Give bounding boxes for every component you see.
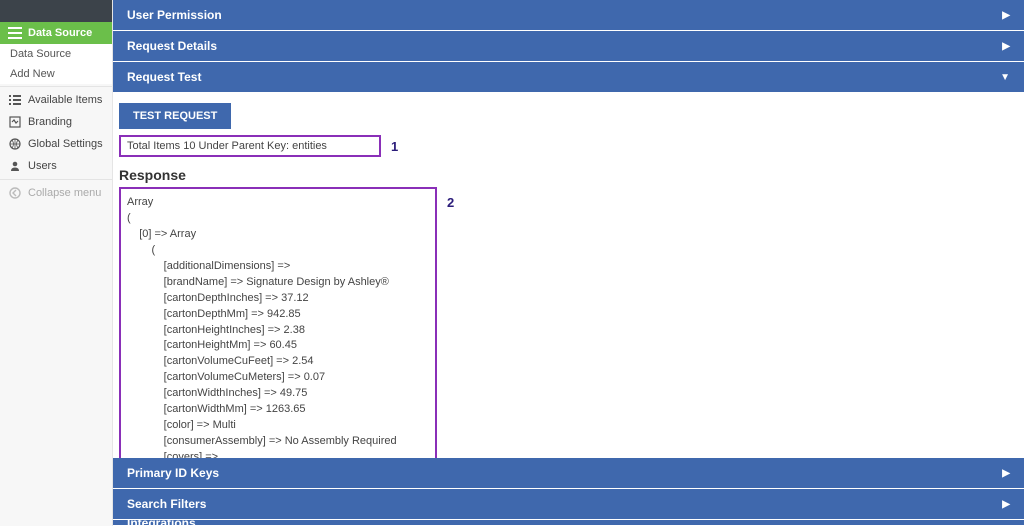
bars-icon bbox=[8, 27, 22, 39]
sidebar-item-dashboard[interactable] bbox=[0, 0, 112, 22]
accordion-label: Request Details bbox=[127, 39, 217, 53]
chevron-right-icon: ▶ bbox=[1002, 499, 1010, 510]
collapse-icon bbox=[8, 187, 22, 199]
annotation-1: 1 bbox=[391, 139, 398, 154]
accordion-request-details[interactable]: Request Details ▶ bbox=[113, 31, 1024, 62]
sidebar-item-label: Global Settings bbox=[28, 138, 103, 150]
sidebar-sub-data-source[interactable]: Data Source bbox=[0, 44, 112, 64]
chevron-right-icon: ▶ bbox=[1002, 41, 1010, 52]
list-icon bbox=[8, 95, 22, 105]
main-content: User Permission ▶ Request Details ▶ Requ… bbox=[113, 0, 1024, 526]
accordion-label: Integrations bbox=[127, 520, 196, 526]
sidebar-item-label: Users bbox=[28, 160, 57, 172]
brand-icon bbox=[8, 116, 22, 128]
sidebar-item-data-source[interactable]: Data Source bbox=[0, 22, 112, 44]
sidebar-item-users[interactable]: Users bbox=[0, 155, 112, 177]
accordion-search-filters[interactable]: Search Filters ▶ bbox=[113, 489, 1024, 520]
accordion-label: User Permission bbox=[127, 8, 222, 22]
chevron-right-icon: ▶ bbox=[1002, 468, 1010, 479]
accordion-label: Primary ID Keys bbox=[127, 466, 219, 480]
sidebar-item-label: Data Source bbox=[28, 27, 92, 39]
sidebar-collapse-label: Collapse menu bbox=[28, 187, 101, 199]
sidebar-item-label: Available Items bbox=[28, 94, 102, 106]
annotation-2: 2 bbox=[447, 195, 454, 210]
user-icon bbox=[8, 160, 22, 172]
sidebar-item-global-settings[interactable]: Global Settings bbox=[0, 133, 112, 155]
sidebar-collapse[interactable]: Collapse menu bbox=[0, 182, 112, 204]
response-body: Array ( [0] => Array ( [additionalDimens… bbox=[121, 189, 437, 471]
chevron-down-icon: ▼ bbox=[1000, 72, 1010, 83]
sidebar-divider bbox=[0, 86, 112, 87]
chevron-right-icon: ▶ bbox=[1002, 10, 1010, 21]
sidebar-item-label: Branding bbox=[28, 116, 72, 128]
accordion-user-permission[interactable]: User Permission ▶ bbox=[113, 0, 1024, 31]
sidebar: Data Source Data Source Add New Availabl… bbox=[0, 0, 113, 526]
total-items-text: Total Items 10 Under Parent Key: entitie… bbox=[127, 140, 327, 152]
accordion-integrations[interactable]: Integrations bbox=[113, 520, 1024, 526]
sidebar-item-branding[interactable]: Branding bbox=[0, 111, 112, 133]
bottom-accordions: Primary ID Keys ▶ Search Filters ▶ Integ… bbox=[113, 458, 1024, 526]
response-box: Array ( [0] => Array ( [additionalDimens… bbox=[119, 187, 437, 471]
globe-icon bbox=[8, 138, 22, 150]
accordion-primary-id-keys[interactable]: Primary ID Keys ▶ bbox=[113, 458, 1024, 489]
sidebar-divider bbox=[0, 179, 112, 180]
response-heading: Response bbox=[119, 167, 1022, 183]
accordion-label: Search Filters bbox=[127, 497, 206, 511]
total-items-box: Total Items 10 Under Parent Key: entitie… bbox=[119, 135, 381, 157]
sidebar-sub-add-new[interactable]: Add New bbox=[0, 64, 112, 84]
accordion-request-test[interactable]: Request Test ▼ bbox=[113, 62, 1024, 93]
request-test-panel: TEST REQUEST Total Items 10 Under Parent… bbox=[113, 93, 1024, 471]
test-request-button[interactable]: TEST REQUEST bbox=[119, 103, 231, 129]
accordion-label: Request Test bbox=[127, 70, 201, 84]
sidebar-item-available-items[interactable]: Available Items bbox=[0, 89, 112, 111]
